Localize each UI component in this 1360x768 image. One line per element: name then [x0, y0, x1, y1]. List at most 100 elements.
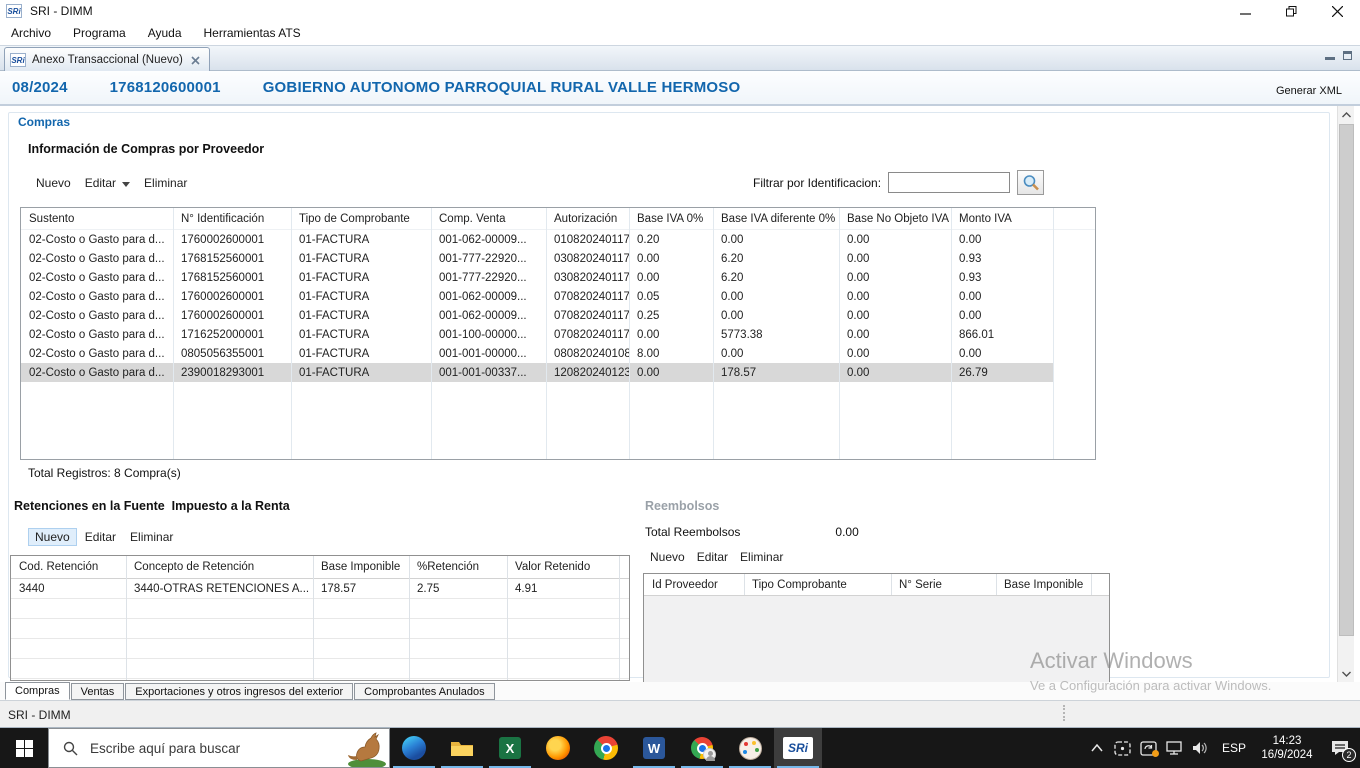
- bottom-tab-exportaciones[interactable]: Exportaciones y otros ingresos del exter…: [125, 683, 353, 700]
- paint-icon: [739, 737, 762, 760]
- taskbar-icon-edge[interactable]: [390, 728, 438, 768]
- compras-table-row[interactable]: 02-Costo o Gasto para d... 1768152560001…: [21, 268, 1096, 287]
- menu-item-herramientas-ats[interactable]: Herramientas ATS: [193, 26, 312, 40]
- bottom-tab-compras[interactable]: Compras: [5, 682, 70, 700]
- taskbar-icon-sri-dimm[interactable]: SRi: [774, 728, 822, 768]
- retenciones-title: Retenciones en la Fuente Impuesto a la R…: [14, 499, 290, 513]
- col-identificacion[interactable]: N° Identificación: [173, 213, 291, 225]
- view-maximize-icon[interactable]: [1343, 51, 1352, 60]
- bottom-tab-ventas[interactable]: Ventas: [71, 683, 125, 700]
- retenciones-table-header: Cod. Retención Concepto de Retención Bas…: [11, 556, 629, 579]
- generar-xml-button[interactable]: Generar XML: [1276, 85, 1342, 97]
- reembolsos-toolbar: Nuevo Editar Eliminar: [650, 550, 795, 564]
- compras-nuevo-button[interactable]: Nuevo: [36, 176, 71, 190]
- retenciones-eliminar-button[interactable]: Eliminar: [130, 530, 173, 544]
- col-n-serie[interactable]: N° Serie: [891, 579, 996, 591]
- col-comp-venta[interactable]: Comp. Venta: [431, 213, 546, 225]
- tray-volume-icon[interactable]: [1188, 728, 1214, 768]
- taskbar-search-box[interactable]: Escribe aquí para buscar: [48, 728, 390, 768]
- search-placeholder: Escribe aquí para buscar: [90, 741, 240, 756]
- retenciones-editar-button[interactable]: Editar: [85, 530, 116, 544]
- notification-button[interactable]: 2: [1320, 728, 1360, 768]
- compras-eliminar-button[interactable]: Eliminar: [144, 176, 187, 190]
- filter-search-button[interactable]: [1017, 170, 1044, 195]
- total-registros: Total Registros: 8 Compra(s): [28, 466, 181, 480]
- col-tipo-comprobante[interactable]: Tipo de Comprobante: [291, 213, 431, 225]
- compras-table-header: Sustento N° Identificación Tipo de Compr…: [21, 208, 1095, 230]
- profile-avatar: [703, 748, 716, 761]
- col-base-no-objeto[interactable]: Base No Objeto IVA: [839, 213, 951, 225]
- col-base-iva-diferente[interactable]: Base IVA diferente 0%: [713, 213, 839, 225]
- system-tray: ESP 14:23 16/9/2024 2: [1084, 728, 1360, 768]
- reembolsos-nuevo-button[interactable]: Nuevo: [650, 550, 685, 564]
- col-id-proveedor[interactable]: Id Proveedor: [644, 579, 744, 591]
- vertical-scrollbar[interactable]: [1337, 106, 1354, 682]
- reembolsos-eliminar-button[interactable]: Eliminar: [740, 550, 783, 564]
- start-button[interactable]: [0, 728, 48, 768]
- statusbar-text: SRI - DIMM: [8, 708, 71, 722]
- excel-icon: X: [499, 737, 521, 759]
- reembolsos-editar-button[interactable]: Editar: [697, 550, 728, 564]
- tray-network-icon[interactable]: [1162, 728, 1188, 768]
- clock-date: 16/9/2024: [1254, 748, 1320, 762]
- compras-table-row[interactable]: 02-Costo o Gasto para d... 0805056355001…: [21, 344, 1096, 363]
- compras-table-row[interactable]: 02-Costo o Gasto para d... 1768152560001…: [21, 249, 1096, 268]
- statusbar-grip: [1063, 705, 1065, 721]
- scroll-up-icon[interactable]: [1338, 106, 1355, 123]
- firefox-icon: [546, 736, 570, 760]
- chrome-profile-icon: [691, 737, 713, 759]
- close-button[interactable]: [1314, 0, 1360, 22]
- retenciones-toolbar: Nuevo Editar Eliminar: [28, 528, 187, 546]
- compras-table-row[interactable]: 02-Costo o Gasto para d... 2390018293001…: [21, 363, 1096, 382]
- taskbar-icon-firefox[interactable]: [534, 728, 582, 768]
- content-area: Compras Información de Compras por Prove…: [0, 106, 1360, 682]
- tray-chevron-up-icon[interactable]: [1084, 728, 1110, 768]
- col-concepto[interactable]: Concepto de Retención: [126, 561, 313, 573]
- bottom-tab-comprobantes-anulados[interactable]: Comprobantes Anulados: [354, 683, 494, 700]
- word-icon: W: [643, 737, 665, 759]
- taskbar-icon-paint[interactable]: [726, 728, 774, 768]
- col-tipo-comprobante-reemb[interactable]: Tipo Comprobante: [744, 579, 891, 591]
- compras-table-row[interactable]: 02-Costo o Gasto para d... 1760002600001…: [21, 287, 1096, 306]
- view-minimize-icon[interactable]: [1325, 51, 1335, 60]
- minimize-button[interactable]: [1222, 0, 1268, 22]
- tray-cast-icon[interactable]: [1110, 728, 1136, 768]
- ruc-label: 1768120600001: [110, 79, 221, 96]
- taskbar-clock[interactable]: 14:23 16/9/2024: [1254, 734, 1320, 762]
- tab-close-icon[interactable]: [191, 56, 200, 65]
- taskbar-icon-chrome-profile[interactable]: [678, 728, 726, 768]
- scroll-down-icon[interactable]: [1338, 665, 1355, 682]
- compras-table-row[interactable]: 02-Costo o Gasto para d... 1760002600001…: [21, 306, 1096, 325]
- windows-logo-icon: [16, 740, 33, 757]
- file-explorer-icon: [450, 738, 474, 758]
- col-base-imponible-reemb[interactable]: Base Imponible: [996, 579, 1091, 591]
- compras-table-row[interactable]: 02-Costo o Gasto para d... 1716252000001…: [21, 325, 1096, 344]
- taskbar-icon-chrome[interactable]: [582, 728, 630, 768]
- col-base-imponible[interactable]: Base Imponible: [313, 561, 409, 573]
- menu-item-ayuda[interactable]: Ayuda: [137, 26, 193, 40]
- tray-update-icon[interactable]: [1136, 728, 1162, 768]
- col-pct-retencion[interactable]: %Retención: [409, 561, 507, 573]
- filter-input[interactable]: [888, 172, 1010, 193]
- retenciones-nuevo-button[interactable]: Nuevo: [28, 528, 77, 546]
- taskbar-icon-word[interactable]: W: [630, 728, 678, 768]
- reembolsos-table-body: [644, 596, 1109, 684]
- language-indicator[interactable]: ESP: [1214, 741, 1254, 755]
- compras-table-row[interactable]: 02-Costo o Gasto para d... 1760002600001…: [21, 230, 1096, 249]
- retenciones-table-row[interactable]: 3440 3440-OTRAS RETENCIONES A... 178.57 …: [11, 579, 629, 599]
- editar-dropdown-icon[interactable]: [122, 182, 130, 187]
- compras-editar-button[interactable]: Editar: [85, 176, 116, 190]
- tab-anexo-transaccional[interactable]: SRi Anexo Transaccional (Nuevo): [4, 47, 210, 72]
- taskbar-icon-excel[interactable]: X: [486, 728, 534, 768]
- col-autorizacion[interactable]: Autorización: [546, 213, 629, 225]
- restore-button[interactable]: [1268, 0, 1314, 22]
- col-base-iva-0[interactable]: Base IVA 0%: [629, 213, 713, 225]
- col-valor-retenido[interactable]: Valor Retenido: [507, 561, 619, 573]
- menu-item-programa[interactable]: Programa: [62, 26, 137, 40]
- col-monto-iva[interactable]: Monto IVA: [951, 213, 1053, 225]
- col-cod-retencion[interactable]: Cod. Retención: [11, 561, 126, 573]
- menu-item-archivo[interactable]: Archivo: [0, 26, 62, 40]
- taskbar-icon-file-explorer[interactable]: [438, 728, 486, 768]
- scrollbar-thumb[interactable]: [1339, 124, 1354, 636]
- col-sustento[interactable]: Sustento: [21, 213, 173, 225]
